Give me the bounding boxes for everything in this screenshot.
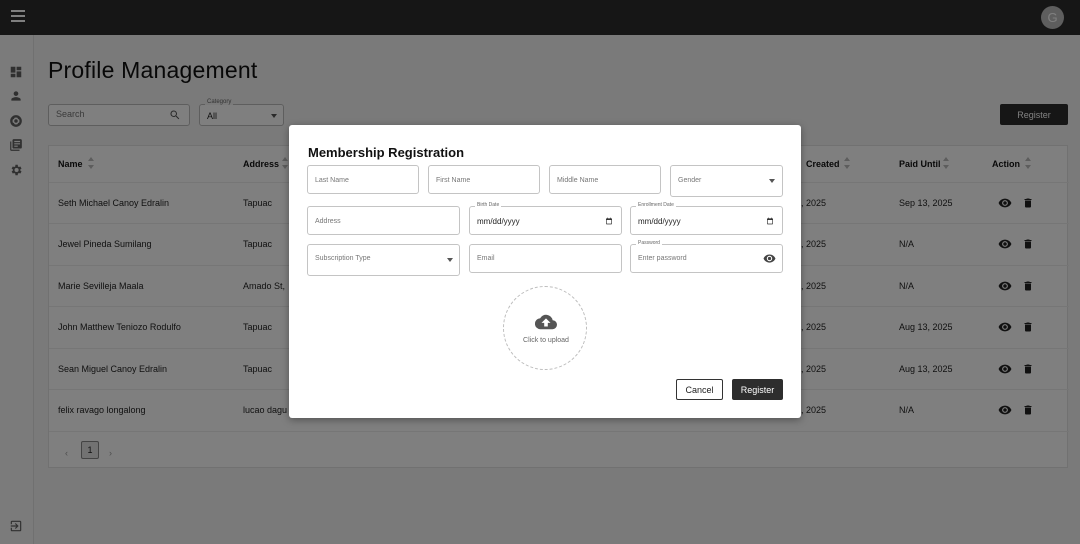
subscription-type-select[interactable]: Subscription Type xyxy=(307,244,460,276)
cancel-button[interactable]: Cancel xyxy=(676,379,723,400)
dialog-title: Membership Registration xyxy=(308,145,465,160)
submit-register-button[interactable]: Register xyxy=(732,379,783,400)
middle-name-placeholder: Middle Name xyxy=(557,177,599,184)
email-placeholder: Email xyxy=(477,255,495,262)
dropdown-arrow-icon xyxy=(447,258,453,262)
first-name-field[interactable]: First Name xyxy=(428,165,540,194)
dropdown-arrow-icon xyxy=(769,179,775,183)
password-placeholder: Enter password xyxy=(638,255,687,262)
middle-name-field[interactable]: Middle Name xyxy=(549,165,661,194)
email-field[interactable]: Email xyxy=(469,244,622,273)
cloud-upload-icon xyxy=(535,314,557,330)
enrollment-date-label: Enrollment Date xyxy=(636,202,676,208)
gender-placeholder: Gender xyxy=(678,177,702,184)
subscription-type-placeholder: Subscription Type xyxy=(315,255,371,262)
first-name-placeholder: First Name xyxy=(436,177,471,184)
last-name-placeholder: Last Name xyxy=(315,177,349,184)
membership-registration-dialog: Membership Registration Last Name First … xyxy=(289,125,801,418)
enrollment-date-value: mm/dd/yyyy xyxy=(638,217,681,226)
address-field[interactable]: Address xyxy=(307,206,460,235)
birth-date-value: mm/dd/yyyy xyxy=(477,217,520,226)
password-label: Password xyxy=(636,240,662,246)
birth-date-label: Birth Date xyxy=(475,202,502,208)
last-name-field[interactable]: Last Name xyxy=(307,165,419,194)
birth-date-field[interactable]: Birth Date mm/dd/yyyy xyxy=(469,202,622,235)
photo-upload[interactable]: Click to upload xyxy=(503,286,587,370)
enrollment-date-field[interactable]: Enrollment Date mm/dd/yyyy xyxy=(630,202,783,235)
upload-label: Click to upload xyxy=(523,337,569,344)
address-placeholder: Address xyxy=(315,218,341,225)
calendar-icon[interactable] xyxy=(766,217,774,225)
show-password-icon[interactable] xyxy=(763,252,776,265)
password-field[interactable]: Password Enter password xyxy=(630,240,783,273)
gender-select[interactable]: Gender xyxy=(670,165,783,197)
calendar-icon[interactable] xyxy=(605,217,613,225)
